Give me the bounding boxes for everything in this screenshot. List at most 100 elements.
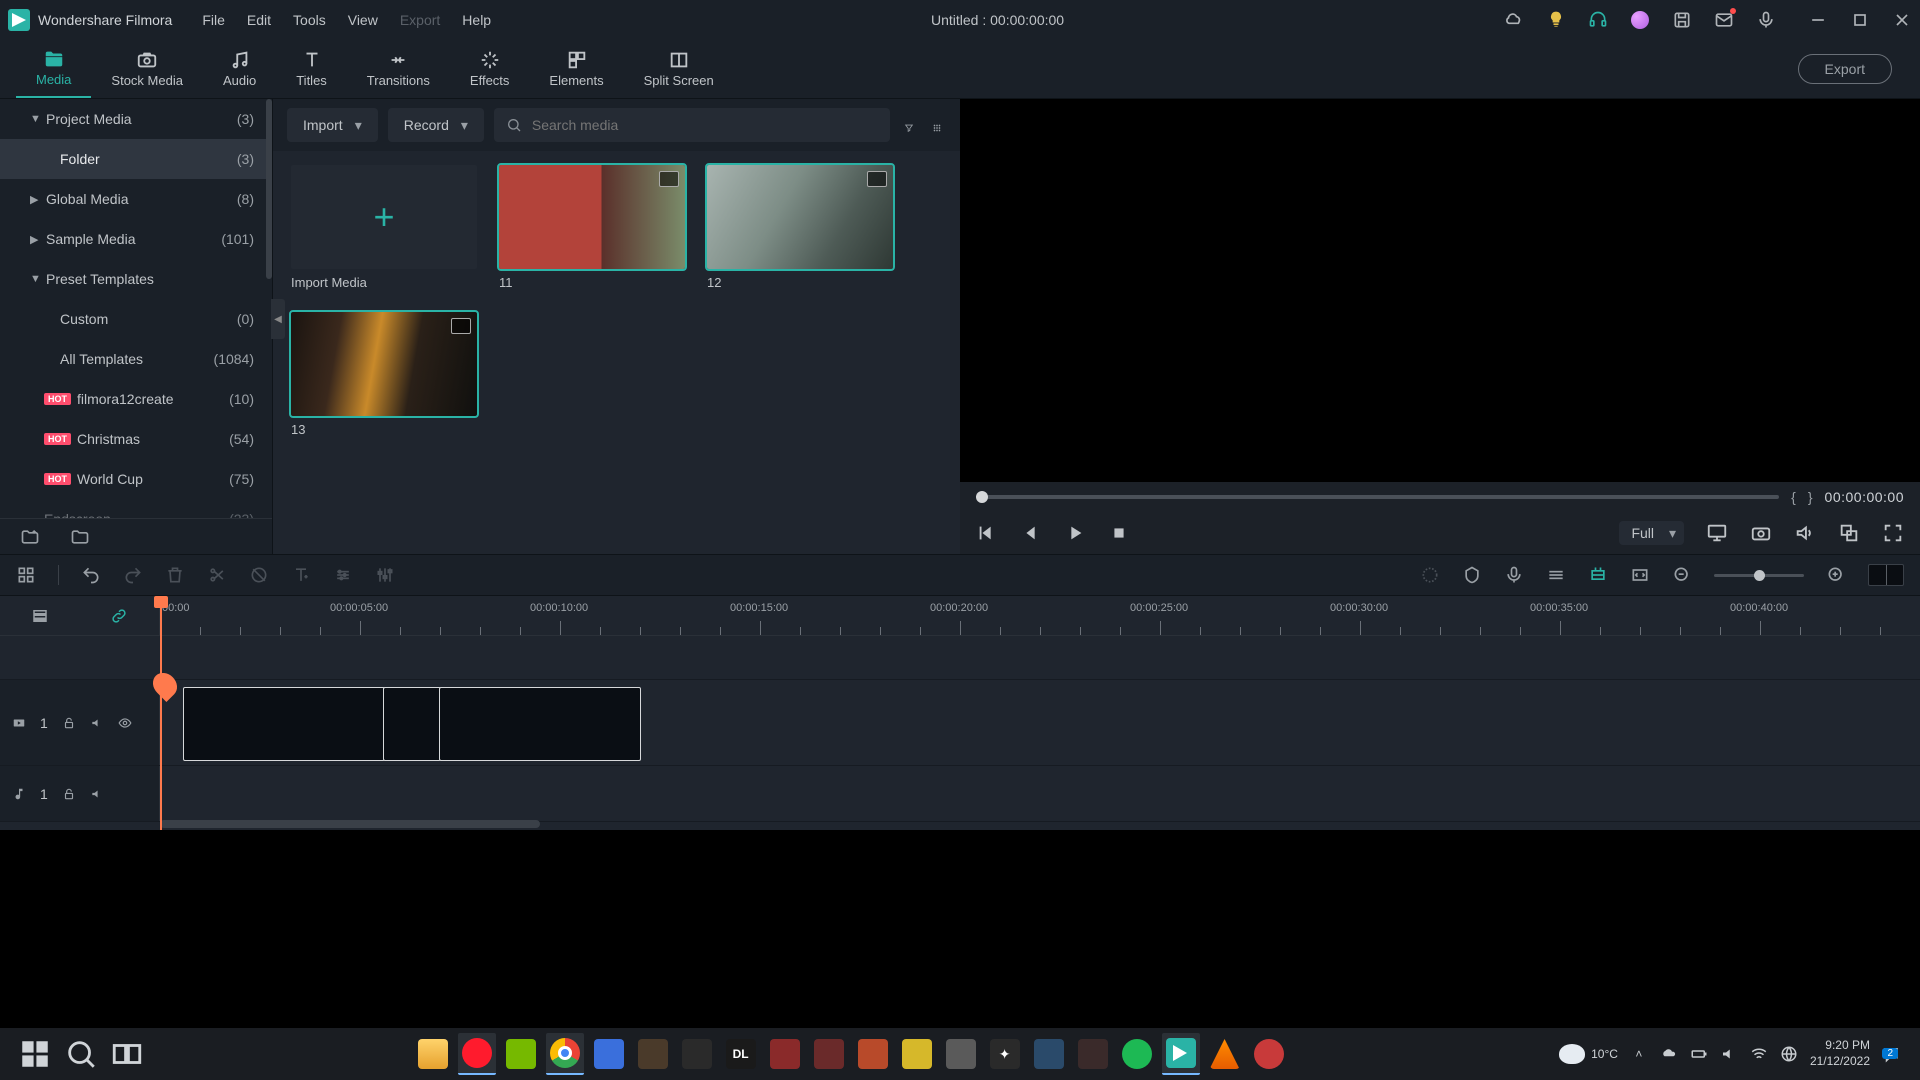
menu-view[interactable]: View [348,12,378,28]
menu-help[interactable]: Help [462,12,491,28]
tab-elements[interactable]: Elements [529,39,623,98]
volume-icon[interactable] [1794,522,1816,544]
tab-media[interactable]: Media [16,39,91,98]
color-match-icon[interactable] [1420,565,1440,585]
tray-globe-icon[interactable] [1780,1045,1798,1063]
taskbar-app-vlc[interactable] [1206,1033,1244,1075]
crop-button[interactable] [249,565,269,585]
lightbulb-icon[interactable] [1546,10,1566,30]
microphone-icon[interactable] [1756,10,1776,30]
tab-effects[interactable]: Effects [450,39,530,98]
media-thumb-11[interactable]: 11 [499,165,685,290]
ruler-track[interactable]: 00:00 00:00:05:0000:00:10:0000:00:15:000… [160,596,1920,635]
sidebar-scrollbar[interactable] [266,99,272,279]
marker-icon[interactable] [1462,565,1482,585]
media-thumb-13[interactable]: 13 [291,312,477,437]
sidebar-item-filmora12create[interactable]: HOTfilmora12create(10) [0,379,272,419]
taskbar-app-dl[interactable]: DL [722,1033,760,1075]
redo-button[interactable] [123,565,143,585]
record-dropdown[interactable]: Record▾ [388,108,484,142]
tab-transitions[interactable]: Transitions [347,39,450,98]
add-text-button[interactable] [291,565,311,585]
taskbar-app-generic-1[interactable] [590,1033,628,1075]
taskbar-app-chrome[interactable] [546,1033,584,1075]
zoom-in-button[interactable] [1826,565,1846,585]
snapshot-icon[interactable] [1750,522,1772,544]
sidebar-collapse-button[interactable]: ◀ [271,299,285,339]
mark-in-icon[interactable]: { [1791,489,1796,505]
taskbar-app-generic-10[interactable] [1030,1033,1068,1075]
taskbar-app-generic-9[interactable]: ✦ [986,1033,1024,1075]
timeline-clip[interactable] [184,688,384,760]
sidebar-item-endscreen[interactable]: Endscreen(23) [0,499,272,518]
step-back-button[interactable] [976,522,998,544]
taskbar-app-generic-12[interactable] [1250,1033,1288,1075]
search-media[interactable] [494,108,890,142]
track-manager-icon[interactable] [31,607,49,625]
tray-chevron-icon[interactable]: ˄ [1630,1045,1648,1063]
delete-button[interactable] [165,565,185,585]
menu-tools[interactable]: Tools [293,12,326,28]
taskbar-app-explorer[interactable] [414,1033,452,1075]
export-button[interactable]: Export [1798,54,1892,84]
taskbar-app-generic-2[interactable] [634,1033,672,1075]
timeline-clip[interactable] [440,688,640,760]
zoom-out-button[interactable] [1672,565,1692,585]
fullscreen-icon[interactable] [1882,522,1904,544]
fit-icon[interactable] [1630,565,1650,585]
taskbar-app-generic-4[interactable] [766,1033,804,1075]
sidebar-item-folder[interactable]: Folder(3) [0,139,272,179]
preview-quality-dropdown[interactable]: Full [1619,521,1684,545]
audio-track[interactable]: 1 [0,766,1920,822]
menu-edit[interactable]: Edit [247,12,271,28]
menu-file[interactable]: File [202,12,225,28]
sidebar-item-global-media[interactable]: ▶Global Media(8) [0,179,272,219]
sidebar-item-custom[interactable]: Custom(0) [0,299,272,339]
new-folder-plus-icon[interactable] [20,527,40,547]
lock-icon[interactable] [62,787,76,801]
sidebar-item-all-templates[interactable]: All Templates(1084) [0,339,272,379]
notifications-button[interactable]: 2 [1882,1045,1900,1063]
account-icon[interactable] [1630,10,1650,30]
video-track-body[interactable] [160,680,1920,765]
taskbar-app-nvidia[interactable] [502,1033,540,1075]
headset-icon[interactable] [1588,10,1608,30]
search-input[interactable] [532,117,878,133]
minimize-button[interactable] [1808,10,1828,30]
taskbar-app-generic-8[interactable] [942,1033,980,1075]
media-thumb-12[interactable]: 12 [707,165,893,290]
taskbar-app-opera[interactable] [458,1033,496,1075]
taskbar-app-generic-5[interactable] [810,1033,848,1075]
video-track[interactable]: 1 [0,680,1920,766]
detach-icon[interactable] [1838,522,1860,544]
mark-out-icon[interactable]: } [1808,489,1813,505]
stop-button[interactable] [1108,522,1130,544]
timeline-clip[interactable] [384,688,440,760]
sidebar-item-christmas[interactable]: HOTChristmas(54) [0,419,272,459]
sidebar-item-preset-templates[interactable]: ▼Preset Templates [0,259,272,299]
taskbar-app-generic-3[interactable] [678,1033,716,1075]
voiceover-icon[interactable] [1504,565,1524,585]
import-media-tile[interactable]: + Import Media [291,165,477,290]
tray-onedrive-icon[interactable] [1660,1045,1678,1063]
zoom-knob[interactable] [1754,570,1765,581]
taskbar-app-spotify[interactable] [1118,1033,1156,1075]
taskbar-app-generic-7[interactable] [898,1033,936,1075]
save-icon[interactable] [1672,10,1692,30]
audio-mixer-button[interactable] [375,565,395,585]
zoom-slider[interactable] [1714,574,1804,577]
tray-battery-icon[interactable] [1690,1045,1708,1063]
play-backward-button[interactable] [1020,522,1042,544]
sidebar-item-sample-media[interactable]: ▶Sample Media(101) [0,219,272,259]
sidebar-item-project-media[interactable]: ▼Project Media(3) [0,99,272,139]
tab-titles[interactable]: Titles [276,39,347,98]
playhead[interactable] [160,596,162,830]
folder-icon[interactable] [70,527,90,547]
tab-stock-media[interactable]: Stock Media [91,39,203,98]
timeline-ruler[interactable]: 00:00 00:00:05:0000:00:10:0000:00:15:000… [0,596,1920,636]
speed-button[interactable] [333,565,353,585]
mixer-icon[interactable] [1546,565,1566,585]
import-dropdown[interactable]: Import▾ [287,108,378,142]
grid-view-icon[interactable] [928,116,946,134]
split-button[interactable] [207,565,227,585]
